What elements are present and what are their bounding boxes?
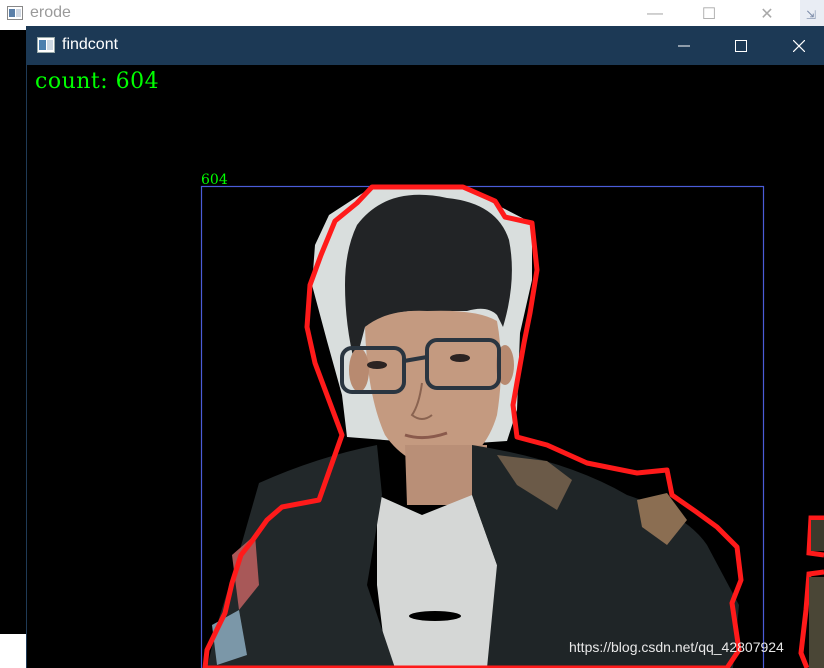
watermark-text: https://blog.csdn.net/qq_42807924 <box>569 639 784 655</box>
bounding-box-label: 604 <box>201 172 228 188</box>
segmented-person-image <box>200 184 824 668</box>
findcont-window: findcont count: 604 604 https://blog.csd… <box>26 26 824 668</box>
contour-count-text: count: 604 <box>35 69 160 94</box>
close-icon: ✕ <box>760 6 774 23</box>
restore-icon: ⇲ <box>806 8 817 22</box>
minimize-button[interactable] <box>655 26 713 65</box>
minimize-icon <box>678 45 690 46</box>
maximize-button[interactable] <box>712 26 770 65</box>
maximize-icon <box>735 39 747 52</box>
findcont-titlebar[interactable]: findcont <box>26 26 824 65</box>
minimize-icon: — <box>647 5 663 22</box>
window-app-icon <box>37 37 55 53</box>
erode-window-title: erode <box>30 4 71 21</box>
image-canvas: count: 604 604 https://blog.csdn.net/qq_… <box>27 65 824 668</box>
findcont-window-title: findcont <box>62 36 119 53</box>
close-icon <box>793 39 805 52</box>
erode-image-area <box>0 30 28 634</box>
erode-minimize-button[interactable]: — <box>632 0 678 28</box>
erode-titlebar[interactable]: erode — ☐ ✕ <box>0 0 800 28</box>
close-button[interactable] <box>770 26 824 65</box>
erode-close-button[interactable]: ✕ <box>744 0 790 28</box>
maximize-icon: ☐ <box>701 6 717 23</box>
window-app-icon <box>7 6 23 20</box>
erode-maximize-button[interactable]: ☐ <box>686 0 732 28</box>
